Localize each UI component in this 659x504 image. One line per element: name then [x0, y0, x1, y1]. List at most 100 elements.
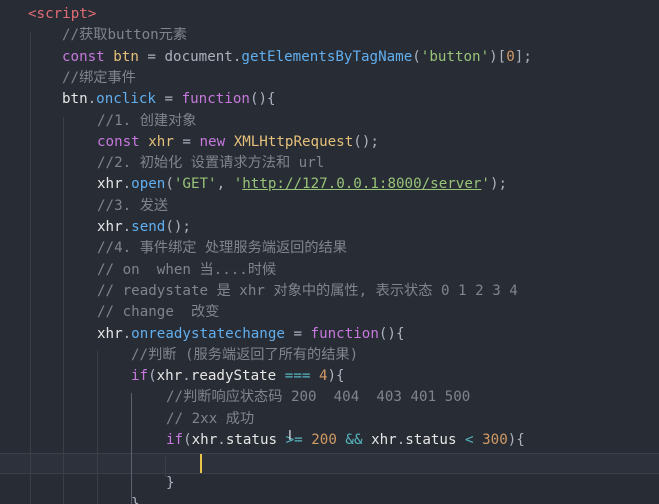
code-token: )[ — [489, 48, 507, 65]
code-token: = — [155, 91, 182, 108]
code-token: } — [166, 474, 175, 491]
code-line[interactable]: //4. 事件绑定 处理服务端返回的结果 — [97, 238, 347, 259]
indent-guide — [97, 351, 98, 504]
code-token: XMLHttpRequest — [233, 133, 354, 150]
code-token: if — [166, 432, 184, 448]
code-token: status — [225, 432, 278, 448]
code-token: 4 — [318, 368, 328, 385]
code-token: (){ — [249, 91, 276, 108]
code-token: function — [310, 325, 379, 342]
code-token: xhr — [371, 432, 397, 448]
code-line[interactable]: //绑定事件 — [62, 68, 136, 89]
code-line[interactable]: //1. 创建对象 — [97, 111, 196, 132]
code-token: xhr — [97, 176, 123, 193]
code-token: (); — [353, 133, 379, 150]
code-token: ' — [481, 176, 490, 193]
code-editor[interactable]: <script> //获取button元素 const btn = document… — [0, 0, 659, 504]
code-token: open — [131, 176, 166, 193]
code-token: new — [199, 133, 226, 150]
code-token: . — [396, 432, 406, 448]
code-line[interactable]: //判断响应状态码 200 404 403 401 500 — [166, 387, 470, 408]
code-line[interactable]: // 2xx 成功 — [166, 409, 254, 430]
code-token: === — [284, 368, 311, 385]
code-token: getElementsByTagName — [241, 48, 413, 65]
code-token: ); — [489, 176, 508, 193]
code-token: xhr — [97, 325, 123, 342]
code-token: ( — [165, 176, 174, 193]
code-token: //判断响应状态码 200 404 403 401 500 — [166, 389, 471, 406]
code-token: (){ — [378, 325, 405, 342]
code-token: //2. 初始化 设置请求方法和 url — [97, 155, 325, 172]
code-line[interactable]: // readystate 是 xhr 对象中的属性, 表示状态 0 1 2 3… — [97, 281, 518, 302]
code-line[interactable]: //2. 初始化 设置请求方法和 url — [97, 153, 324, 174]
code-token: ( — [148, 368, 157, 385]
code-token: ( — [412, 48, 421, 65]
code-token: xhr — [148, 133, 174, 150]
code-token: = — [138, 48, 165, 65]
code-token: (); — [165, 219, 191, 235]
code-line[interactable]: // on when 当....时候 — [97, 260, 276, 281]
code-line[interactable]: } — [131, 494, 140, 504]
code-token: if — [131, 368, 149, 385]
indent-guide — [63, 117, 64, 504]
code-token: //判断 (服务端返回了所有的结果) — [131, 346, 359, 363]
code-token: . — [122, 219, 132, 235]
code-token: 300 — [482, 432, 508, 448]
code-token: //4. 事件绑定 处理服务端返回的结果 — [97, 240, 347, 257]
code-line[interactable]: xhr.onreadystatechange = function(){ — [97, 324, 405, 345]
code-line[interactable]: } — [166, 473, 175, 494]
code-line[interactable]: xhr.send(); — [97, 217, 191, 238]
indent-guide — [30, 32, 31, 504]
code-token: //1. 创建对象 — [97, 112, 197, 129]
code-line[interactable]: if(xhr.readyState === 4){ — [131, 366, 345, 387]
code-token: xhr — [191, 432, 218, 448]
code-token: // on when 当....时候 — [97, 261, 277, 278]
code-token: && — [345, 432, 363, 448]
code-token: http://127.0.0.1:8000/server — [242, 176, 482, 193]
code-token: function — [181, 91, 250, 108]
code-token: const — [62, 48, 105, 65]
code-token: // readystate 是 xhr 对象中的属性, 表示状态 0 1 2 3… — [97, 282, 518, 299]
code-token: = — [173, 133, 200, 150]
code-token: onclick — [96, 91, 156, 108]
code-token: > — [87, 6, 97, 22]
code-token: ){ — [327, 368, 345, 385]
code-token: //获取button元素 — [62, 27, 188, 44]
code-line[interactable]: <script> — [28, 4, 96, 25]
code-line[interactable]: //3. 发送 — [97, 196, 168, 217]
code-token: . — [182, 368, 191, 385]
code-token: btn — [62, 91, 88, 108]
indent-guide-active — [131, 393, 132, 504]
code-token: 'button' — [420, 48, 490, 65]
code-line[interactable]: //判断 (服务端返回了所有的结果) — [131, 345, 358, 366]
code-token: btn — [113, 48, 139, 65]
code-line[interactable]: const xhr = new XMLHttpRequest(); — [97, 132, 379, 153]
code-token: } — [131, 495, 140, 504]
code-token: , — [216, 176, 234, 193]
code-token: // change 改变 — [97, 304, 220, 321]
code-token: const — [97, 133, 140, 150]
code-line[interactable]: // change 改变 — [97, 302, 219, 323]
code-token: = — [284, 325, 311, 342]
code-line[interactable]: if(xhr.status >= 200 && xhr.status < 300… — [166, 430, 525, 451]
code-line[interactable]: //获取button元素 — [62, 25, 187, 46]
code-token: . — [217, 432, 226, 448]
code-token: . — [87, 91, 97, 108]
code-line[interactable]: const btn = document.getElementsByTagNam… — [62, 47, 532, 68]
code-line[interactable]: xhr.open('GET', 'http://127.0.0.1:8000/s… — [97, 174, 507, 195]
code-token: xhr — [97, 219, 123, 235]
current-line-highlight — [0, 453, 659, 475]
code-token: ]; — [514, 48, 532, 65]
code-token: ){ — [507, 432, 525, 448]
code-line[interactable]: btn.onclick = function(){ — [62, 89, 276, 110]
code-token: status — [405, 432, 457, 448]
